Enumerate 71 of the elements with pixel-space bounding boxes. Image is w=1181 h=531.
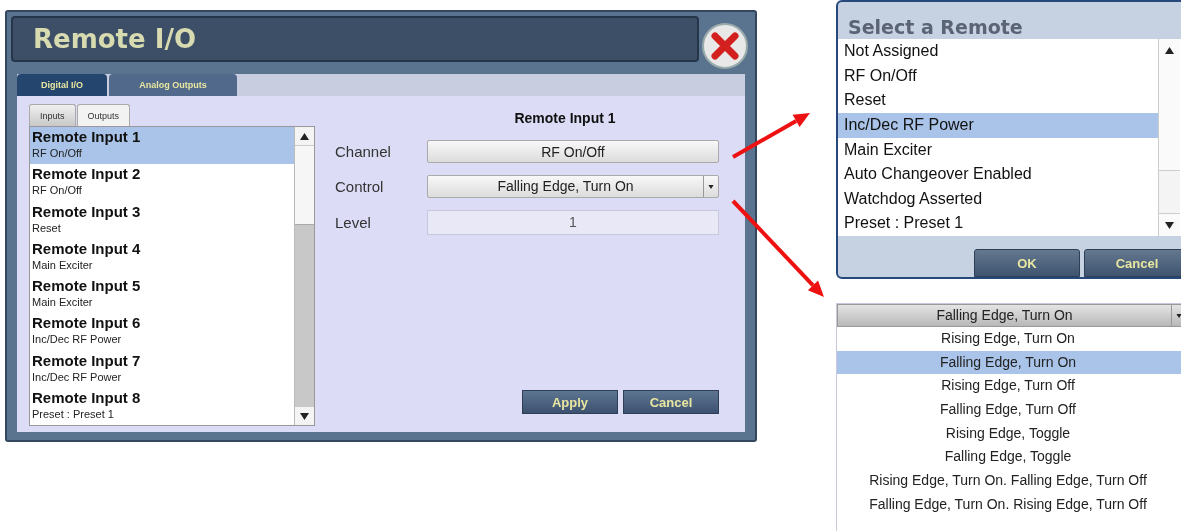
scroll-down-icon[interactable] [300,412,309,420]
dropdown-option[interactable]: Falling Edge, Toggle [837,445,1181,470]
channel-button[interactable]: RF On/Off [427,140,719,163]
level-field[interactable]: 1 [427,210,719,235]
dropdown-option[interactable]: Falling Edge, Turn On. Rising Edge, Turn Off [837,492,1181,517]
input-name: Remote Input 5 [32,277,142,295]
scroll-thumb[interactable] [1159,170,1180,214]
input-name: Remote Input 6 [32,314,142,333]
list-item[interactable]: Remote Input 4 Main Exciter [30,238,294,276]
control-dropdown[interactable]: Falling Edge, Turn On [427,175,719,198]
field-label: Control [335,178,385,195]
control-dropdown[interactable]: Falling Edge, Turn On [837,304,1181,327]
input-assignment: Preset : Preset 1 [32,406,115,421]
scroll-down-icon[interactable] [1165,221,1174,229]
input-name: Remote Input 8 [32,388,142,407]
dialog-button[interactable]: Cancel [623,390,719,414]
list-item[interactable]: Inc/Dec RF Power [838,112,1158,138]
dropdown-option[interactable]: Rising Edge, Turn Off [837,374,1181,399]
dropdown-option[interactable]: Falling Edge, Turn On [837,350,1181,375]
list-item[interactable]: Remote Input 5 Main Exciter [30,276,294,314]
caret-icon[interactable] [1176,313,1181,318]
dropdown-option[interactable]: Rising Edge, Turn On [837,327,1181,351]
scroll-thumb[interactable] [295,145,314,225]
input-assignment: Reset [32,220,62,235]
dropdown-option[interactable]: Rising Edge, Turn On. Falling Edge, Turn Off [837,469,1181,493]
dialog-title: Remote I/O [33,24,196,54]
picker-title: Select a Remote [847,15,1024,39]
input-name: Remote Input 4 [32,239,142,258]
list-item[interactable]: RF On/Off [838,63,1158,89]
input-assignment: Main Exciter [32,295,94,309]
close-icon[interactable] [701,22,749,70]
list-item[interactable]: Remote Input 7 Inc/Dec RF Power [30,350,294,388]
tab[interactable]: Digital I/O [17,74,107,96]
list-item[interactable]: Remote Input 1 RF On/Off [30,127,294,165]
field-label: Channel [335,143,392,160]
list-item[interactable]: Remote Input 3 Reset [30,201,294,239]
tab[interactable]: Outputs [76,104,131,126]
list-item[interactable]: Auto Changeover Enabled [838,162,1158,187]
input-assignment: RF On/Off [32,146,83,160]
input-name: Remote Input 1 [32,128,142,146]
dropdown-value: Falling Edge, Turn On [935,306,1074,325]
list-item[interactable]: Remote Input 2 RF On/Off [30,164,294,202]
input-name: Remote Input 3 [32,202,142,221]
scroll-up-icon[interactable] [300,132,309,140]
field-label: Level [335,214,372,231]
input-assignment: Inc/Dec RF Power [32,369,123,384]
dropdown-value: Falling Edge, Turn On [496,177,635,196]
scroll-up-icon[interactable] [1165,46,1174,54]
detail-heading: Remote Input 1 [513,110,617,126]
list-item[interactable]: Remote Input 6 Inc/Dec RF Power [30,313,294,351]
input-assignment: Inc/Dec RF Power [32,332,123,347]
input-name: Remote Input 7 [32,351,142,370]
dialog-button[interactable]: Cancel [1084,249,1181,277]
tab[interactable]: Inputs [29,104,76,126]
tab[interactable]: Analog Outputs [109,74,237,96]
list-item[interactable]: Remote Input 8 Preset : Preset 1 [30,387,294,425]
list-item[interactable]: Main Exciter [838,137,1158,163]
dropdown-option[interactable]: Falling Edge, Turn Off [837,398,1181,422]
list-item[interactable]: Not Assigned [838,39,1158,64]
caret-icon[interactable] [708,184,714,189]
list-item[interactable]: Reset [838,88,1158,113]
list-item[interactable]: Watchdog Asserted [838,186,1158,212]
input-assignment: Main Exciter [32,257,94,272]
dropdown-option[interactable]: Rising Edge, Toggle [837,421,1181,446]
list-item[interactable]: Preset : Preset 1 [838,211,1158,236]
scrollbar[interactable] [1158,39,1180,236]
input-name: Remote Input 2 [32,165,142,184]
dialog-button[interactable]: Apply [522,390,618,414]
dialog-button[interactable]: OK [974,249,1080,277]
input-assignment: RF On/Off [32,183,83,198]
scrollbar[interactable] [294,127,314,425]
